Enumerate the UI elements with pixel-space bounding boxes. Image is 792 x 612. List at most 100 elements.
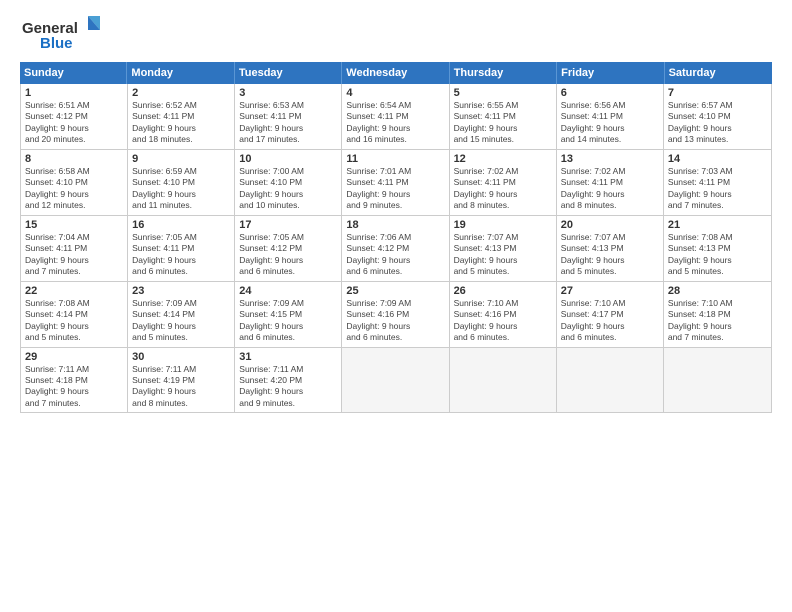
day-info: Sunrise: 6:55 AMSunset: 4:11 PMDaylight:… — [454, 100, 552, 146]
day-info: Sunrise: 7:09 AMSunset: 4:15 PMDaylight:… — [239, 298, 337, 344]
day-info: Sunrise: 7:08 AMSunset: 4:13 PMDaylight:… — [668, 232, 767, 278]
calendar-day-20: 20Sunrise: 7:07 AMSunset: 4:13 PMDayligh… — [557, 216, 664, 281]
day-info: Sunrise: 7:11 AMSunset: 4:20 PMDaylight:… — [239, 364, 337, 410]
day-number: 8 — [25, 153, 123, 165]
calendar-day-24: 24Sunrise: 7:09 AMSunset: 4:15 PMDayligh… — [235, 282, 342, 347]
day-info: Sunrise: 6:54 AMSunset: 4:11 PMDaylight:… — [346, 100, 444, 146]
calendar-day-27: 27Sunrise: 7:10 AMSunset: 4:17 PMDayligh… — [557, 282, 664, 347]
empty-cell — [450, 348, 557, 413]
empty-cell — [557, 348, 664, 413]
calendar-day-28: 28Sunrise: 7:10 AMSunset: 4:18 PMDayligh… — [664, 282, 771, 347]
day-info: Sunrise: 7:10 AMSunset: 4:17 PMDaylight:… — [561, 298, 659, 344]
day-number: 28 — [668, 285, 767, 297]
calendar-day-2: 2Sunrise: 6:52 AMSunset: 4:11 PMDaylight… — [128, 84, 235, 149]
calendar-header: SundayMondayTuesdayWednesdayThursdayFrid… — [20, 62, 772, 84]
calendar-day-10: 10Sunrise: 7:00 AMSunset: 4:10 PMDayligh… — [235, 150, 342, 215]
logo-svg: General Blue — [20, 16, 100, 54]
day-number: 17 — [239, 219, 337, 231]
day-info: Sunrise: 6:59 AMSunset: 4:10 PMDaylight:… — [132, 166, 230, 212]
day-number: 30 — [132, 351, 230, 363]
calendar-day-30: 30Sunrise: 7:11 AMSunset: 4:19 PMDayligh… — [128, 348, 235, 413]
day-number: 27 — [561, 285, 659, 297]
day-number: 13 — [561, 153, 659, 165]
calendar-day-1: 1Sunrise: 6:51 AMSunset: 4:12 PMDaylight… — [21, 84, 128, 149]
day-header-tuesday: Tuesday — [235, 62, 342, 84]
day-number: 10 — [239, 153, 337, 165]
day-info: Sunrise: 7:01 AMSunset: 4:11 PMDaylight:… — [346, 166, 444, 212]
day-number: 31 — [239, 351, 337, 363]
day-info: Sunrise: 6:51 AMSunset: 4:12 PMDaylight:… — [25, 100, 123, 146]
day-header-friday: Friday — [557, 62, 664, 84]
day-info: Sunrise: 6:58 AMSunset: 4:10 PMDaylight:… — [25, 166, 123, 212]
day-number: 3 — [239, 87, 337, 99]
day-number: 16 — [132, 219, 230, 231]
header: General Blue — [20, 16, 772, 54]
day-info: Sunrise: 6:53 AMSunset: 4:11 PMDaylight:… — [239, 100, 337, 146]
day-info: Sunrise: 7:08 AMSunset: 4:14 PMDaylight:… — [25, 298, 123, 344]
day-number: 25 — [346, 285, 444, 297]
day-number: 2 — [132, 87, 230, 99]
calendar-day-6: 6Sunrise: 6:56 AMSunset: 4:11 PMDaylight… — [557, 84, 664, 149]
day-number: 6 — [561, 87, 659, 99]
empty-cell — [664, 348, 771, 413]
day-number: 1 — [25, 87, 123, 99]
calendar-day-25: 25Sunrise: 7:09 AMSunset: 4:16 PMDayligh… — [342, 282, 449, 347]
day-number: 22 — [25, 285, 123, 297]
day-info: Sunrise: 7:02 AMSunset: 4:11 PMDaylight:… — [454, 166, 552, 212]
day-number: 23 — [132, 285, 230, 297]
day-number: 11 — [346, 153, 444, 165]
day-number: 21 — [668, 219, 767, 231]
day-number: 19 — [454, 219, 552, 231]
calendar-day-3: 3Sunrise: 6:53 AMSunset: 4:11 PMDaylight… — [235, 84, 342, 149]
calendar-day-12: 12Sunrise: 7:02 AMSunset: 4:11 PMDayligh… — [450, 150, 557, 215]
day-info: Sunrise: 7:05 AMSunset: 4:12 PMDaylight:… — [239, 232, 337, 278]
calendar-week-2: 8Sunrise: 6:58 AMSunset: 4:10 PMDaylight… — [21, 150, 771, 216]
day-info: Sunrise: 7:03 AMSunset: 4:11 PMDaylight:… — [668, 166, 767, 212]
day-header-sunday: Sunday — [20, 62, 127, 84]
day-info: Sunrise: 7:02 AMSunset: 4:11 PMDaylight:… — [561, 166, 659, 212]
day-info: Sunrise: 7:07 AMSunset: 4:13 PMDaylight:… — [454, 232, 552, 278]
day-number: 5 — [454, 87, 552, 99]
day-header-saturday: Saturday — [665, 62, 772, 84]
calendar-week-1: 1Sunrise: 6:51 AMSunset: 4:12 PMDaylight… — [21, 84, 771, 150]
day-info: Sunrise: 6:56 AMSunset: 4:11 PMDaylight:… — [561, 100, 659, 146]
page: General Blue SundayMondayTuesdayWednesda… — [0, 0, 792, 612]
day-info: Sunrise: 7:05 AMSunset: 4:11 PMDaylight:… — [132, 232, 230, 278]
day-number: 20 — [561, 219, 659, 231]
calendar-day-18: 18Sunrise: 7:06 AMSunset: 4:12 PMDayligh… — [342, 216, 449, 281]
svg-text:Blue: Blue — [40, 35, 73, 52]
calendar-day-4: 4Sunrise: 6:54 AMSunset: 4:11 PMDaylight… — [342, 84, 449, 149]
day-number: 29 — [25, 351, 123, 363]
calendar-day-8: 8Sunrise: 6:58 AMSunset: 4:10 PMDaylight… — [21, 150, 128, 215]
day-info: Sunrise: 7:11 AMSunset: 4:18 PMDaylight:… — [25, 364, 123, 410]
day-info: Sunrise: 7:11 AMSunset: 4:19 PMDaylight:… — [132, 364, 230, 410]
day-info: Sunrise: 7:10 AMSunset: 4:16 PMDaylight:… — [454, 298, 552, 344]
calendar-day-22: 22Sunrise: 7:08 AMSunset: 4:14 PMDayligh… — [21, 282, 128, 347]
day-number: 12 — [454, 153, 552, 165]
day-number: 26 — [454, 285, 552, 297]
calendar-day-29: 29Sunrise: 7:11 AMSunset: 4:18 PMDayligh… — [21, 348, 128, 413]
day-info: Sunrise: 7:10 AMSunset: 4:18 PMDaylight:… — [668, 298, 767, 344]
calendar-body: 1Sunrise: 6:51 AMSunset: 4:12 PMDaylight… — [20, 84, 772, 413]
calendar: SundayMondayTuesdayWednesdayThursdayFrid… — [20, 62, 772, 600]
calendar-day-31: 31Sunrise: 7:11 AMSunset: 4:20 PMDayligh… — [235, 348, 342, 413]
day-info: Sunrise: 6:52 AMSunset: 4:11 PMDaylight:… — [132, 100, 230, 146]
day-number: 18 — [346, 219, 444, 231]
day-number: 24 — [239, 285, 337, 297]
calendar-day-19: 19Sunrise: 7:07 AMSunset: 4:13 PMDayligh… — [450, 216, 557, 281]
calendar-week-3: 15Sunrise: 7:04 AMSunset: 4:11 PMDayligh… — [21, 216, 771, 282]
day-info: Sunrise: 7:06 AMSunset: 4:12 PMDaylight:… — [346, 232, 444, 278]
calendar-day-17: 17Sunrise: 7:05 AMSunset: 4:12 PMDayligh… — [235, 216, 342, 281]
calendar-day-9: 9Sunrise: 6:59 AMSunset: 4:10 PMDaylight… — [128, 150, 235, 215]
day-info: Sunrise: 7:09 AMSunset: 4:16 PMDaylight:… — [346, 298, 444, 344]
day-info: Sunrise: 7:04 AMSunset: 4:11 PMDaylight:… — [25, 232, 123, 278]
calendar-day-23: 23Sunrise: 7:09 AMSunset: 4:14 PMDayligh… — [128, 282, 235, 347]
calendar-day-14: 14Sunrise: 7:03 AMSunset: 4:11 PMDayligh… — [664, 150, 771, 215]
calendar-day-21: 21Sunrise: 7:08 AMSunset: 4:13 PMDayligh… — [664, 216, 771, 281]
day-info: Sunrise: 7:07 AMSunset: 4:13 PMDaylight:… — [561, 232, 659, 278]
day-header-monday: Monday — [127, 62, 234, 84]
calendar-week-5: 29Sunrise: 7:11 AMSunset: 4:18 PMDayligh… — [21, 348, 771, 413]
calendar-week-4: 22Sunrise: 7:08 AMSunset: 4:14 PMDayligh… — [21, 282, 771, 348]
logo: General Blue — [20, 16, 100, 54]
day-info: Sunrise: 6:57 AMSunset: 4:10 PMDaylight:… — [668, 100, 767, 146]
